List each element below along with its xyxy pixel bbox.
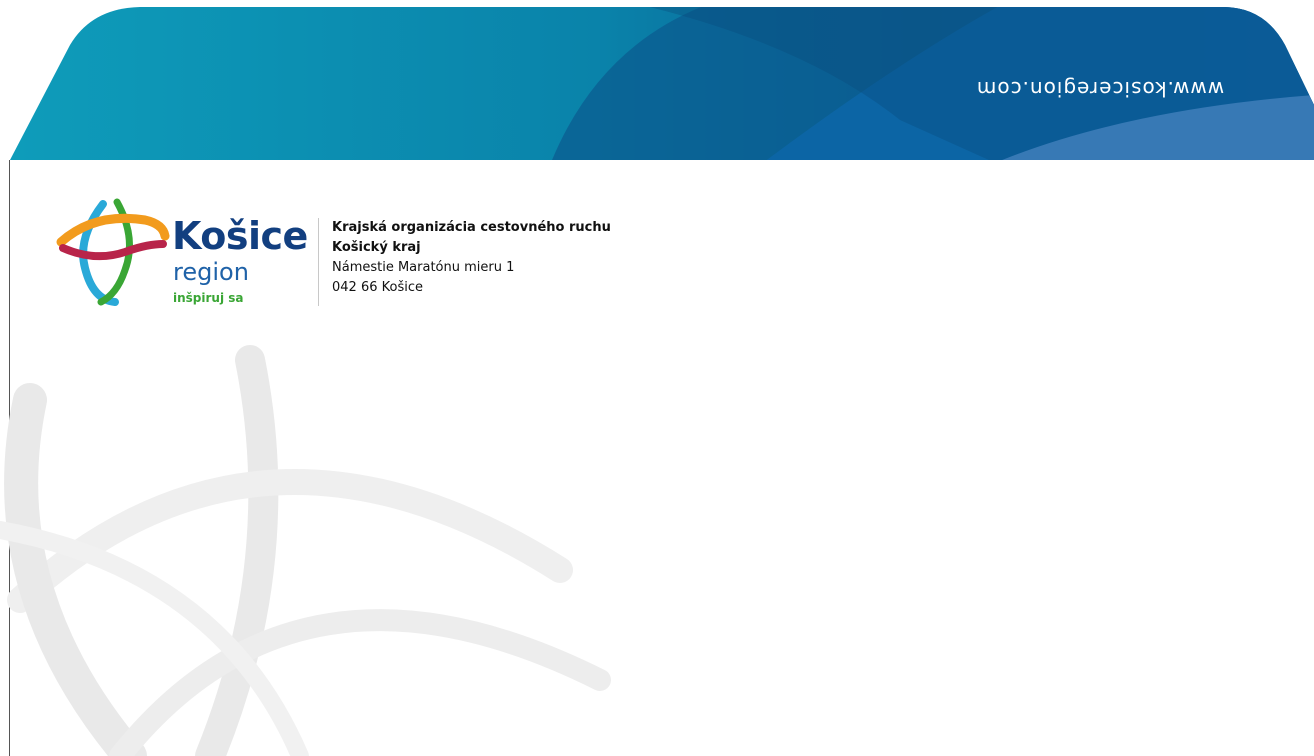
kosice-region-logo: Košice region inšpiruj sa: [55, 198, 308, 316]
logo-divider: [318, 218, 319, 306]
sender-address: Krajská organizácia cestovného ruchu Koš…: [332, 218, 611, 298]
logo-watermark: [0, 345, 611, 756]
logo-subtitle: region: [173, 258, 249, 286]
address-region: Košický kraj: [332, 240, 421, 255]
logo-tagline: inšpiruj sa: [173, 291, 244, 305]
address-street: Námestie Maratónu mieru 1: [332, 260, 515, 275]
logo-wordmark: Košice: [172, 214, 308, 258]
website-url: www.kosiceregion.com: [975, 77, 1225, 101]
envelope-page: www.kosiceregion.com Košice region inšpi…: [0, 0, 1314, 756]
address-organization: Krajská organizácia cestovného ruchu: [332, 220, 611, 235]
address-city: 042 66 Košice: [332, 280, 423, 295]
logo-swirl-icon: [56, 198, 170, 306]
